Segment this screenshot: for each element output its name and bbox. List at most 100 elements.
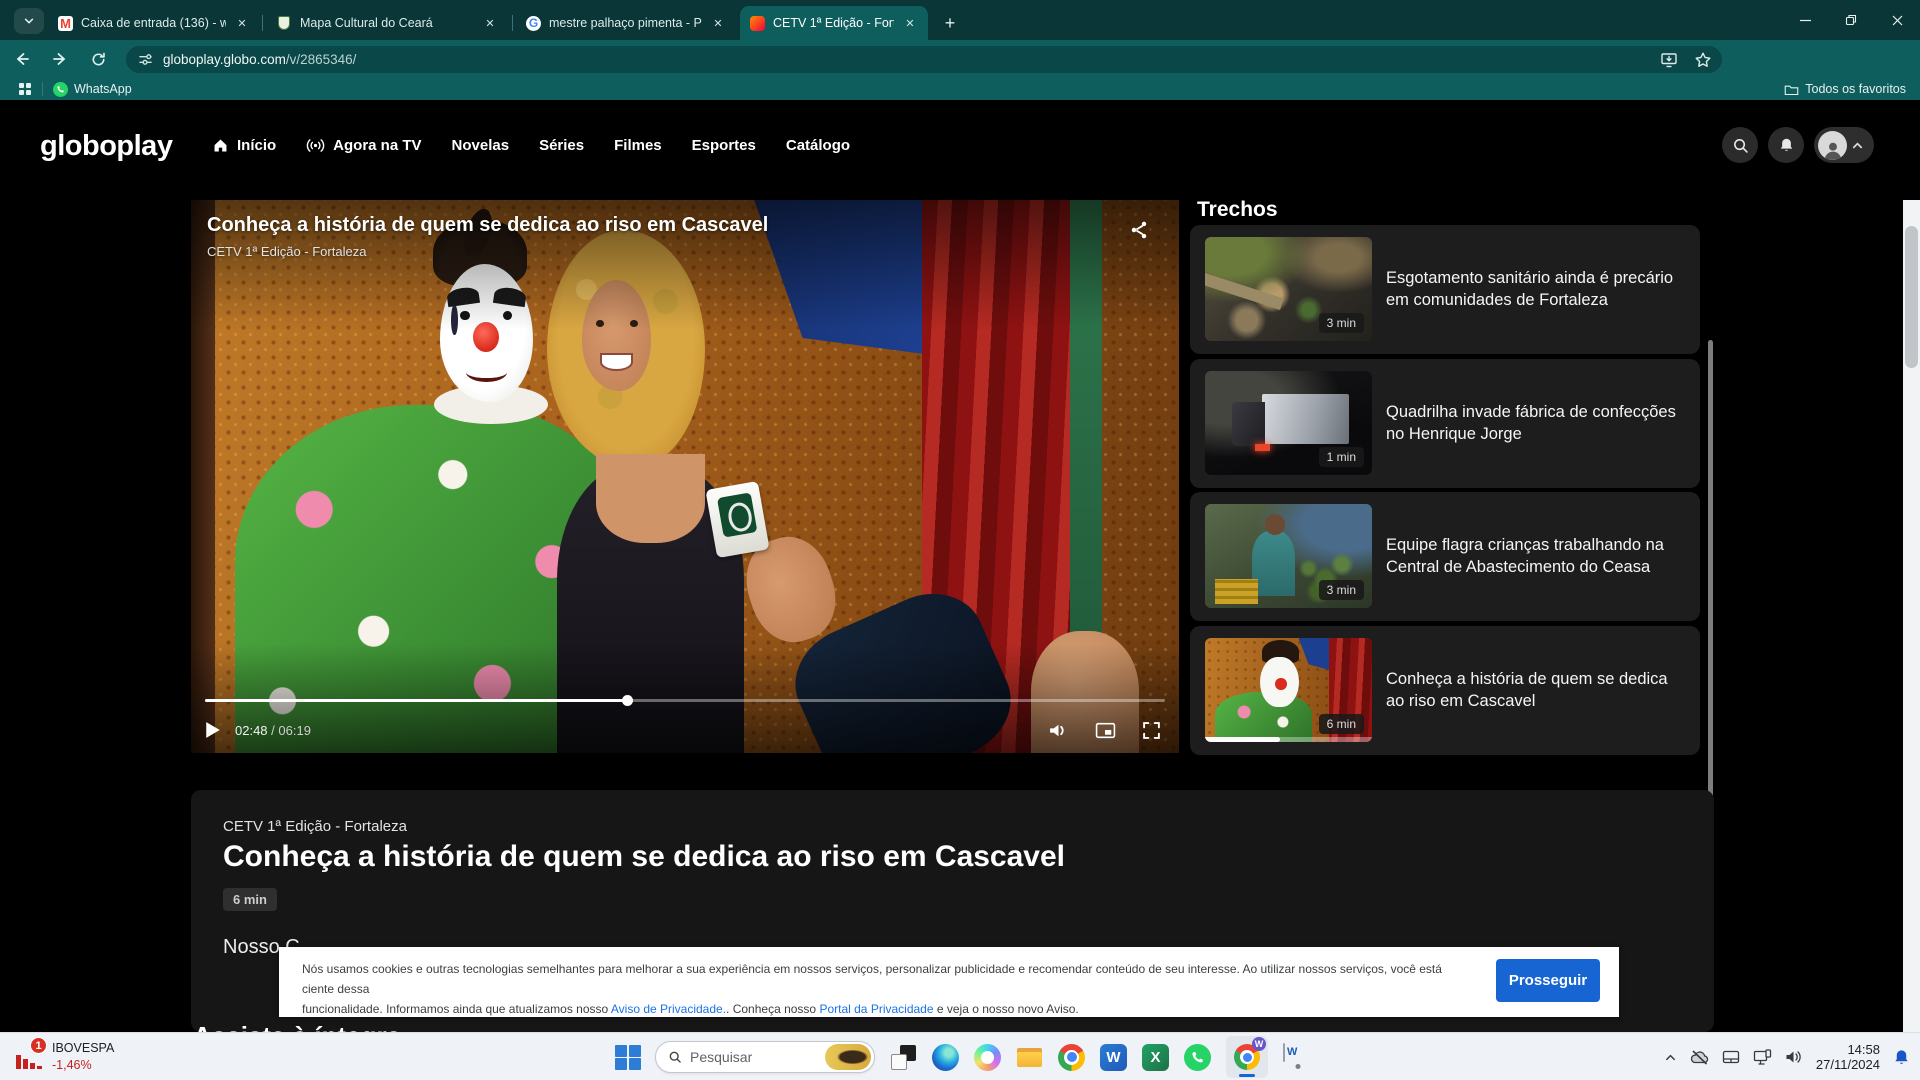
tab-close-icon[interactable]: ✕ (482, 15, 498, 31)
privacy-notice-link[interactable]: Aviso de Privacidade. (611, 1002, 726, 1016)
trecho-card[interactable]: 1 min Quadrilha invade fábrica de confec… (1190, 359, 1700, 488)
tab-google-search[interactable]: G mestre palhaço pimenta - Pesq ✕ (516, 6, 736, 40)
reload-button[interactable] (82, 43, 114, 75)
windows-taskbar: 1 IBOVESPA -1,46% Pesquisar W X (0, 1032, 1920, 1080)
chevron-up-icon (1851, 139, 1864, 152)
url-text: globoplay.globo.com/v/2865346/ (163, 52, 356, 67)
cast-screen-icon[interactable] (1753, 1049, 1772, 1066)
taskbar-clock[interactable]: 14:58 27/11/2024 (1816, 1042, 1880, 1072)
excel-icon[interactable]: X (1142, 1044, 1169, 1071)
tab-gmail[interactable]: M Caixa de entrada (136) - wiltons ✕ (48, 6, 260, 40)
notifications-bell-icon[interactable] (1893, 1049, 1910, 1066)
page-scrollbar-thumb[interactable] (1905, 226, 1918, 368)
video-player[interactable]: ★ (191, 200, 1179, 753)
tab-title: mestre palhaço pimenta - Pesq (549, 16, 702, 30)
site-search-button[interactable] (1722, 127, 1758, 163)
nav-filmes[interactable]: Filmes (614, 137, 662, 154)
trecho-thumbnail: 6 min (1205, 638, 1372, 742)
chrome-icon[interactable] (1058, 1044, 1085, 1071)
tab-close-icon[interactable]: ✕ (902, 15, 918, 31)
start-button[interactable] (615, 1045, 640, 1070)
time-display: 02:48 / 06:19 (235, 723, 311, 738)
volume-button[interactable] (1048, 721, 1069, 740)
live-broadcast-icon (306, 137, 325, 154)
share-button[interactable] (1129, 220, 1149, 240)
trecho-card[interactable]: 3 min Equipe flagra crianças trabalhando… (1190, 492, 1700, 621)
account-menu[interactable] (1814, 127, 1874, 163)
stocks-widget[interactable]: 1 IBOVESPA -1,46% (16, 1037, 114, 1073)
restore-button[interactable] (1828, 0, 1874, 40)
back-button[interactable] (6, 43, 38, 75)
privacy-portal-link[interactable]: Portal da Privacidade (819, 1002, 933, 1016)
close-button[interactable] (1874, 0, 1920, 40)
bookmark-whatsapp[interactable]: WhatsApp (53, 82, 132, 97)
tab-mapa-cultural[interactable]: Mapa Cultural do Ceará ✕ (266, 6, 508, 40)
trecho-title: Quadrilha invade fábrica de confecções n… (1386, 359, 1678, 488)
cookie-text: Nós usamos cookies e outras tecnologias … (302, 959, 1462, 1019)
nav-catalogo[interactable]: Catálogo (786, 137, 850, 154)
nav-label: Novelas (452, 137, 510, 154)
picture-in-picture-icon (1095, 721, 1116, 740)
tab-close-icon[interactable]: ✕ (234, 15, 250, 31)
all-favorites-label: Todos os favoritos (1805, 82, 1906, 96)
active-indicator (1239, 1074, 1255, 1077)
tab-close-icon[interactable]: ✕ (710, 15, 726, 31)
tab-title: CETV 1ª Edição - Fortaleza | Con (773, 16, 894, 30)
forward-button[interactable] (44, 43, 76, 75)
whatsapp-icon[interactable] (1184, 1044, 1211, 1071)
nav-esportes[interactable]: Esportes (692, 137, 756, 154)
play-button[interactable] (205, 721, 221, 739)
trecho-card[interactable]: 3 min Esgotamento sanitário ainda é prec… (1190, 225, 1700, 354)
duration-badge: 6 min (223, 888, 277, 911)
chevron-down-icon (23, 15, 35, 27)
site-settings-icon[interactable] (138, 52, 153, 67)
player-video-title: Conheça a história de quem se dedica ao … (207, 214, 768, 237)
nav-novelas[interactable]: Novelas (452, 137, 510, 154)
copilot-icon[interactable] (974, 1044, 1001, 1071)
pip-button[interactable] (1095, 721, 1116, 740)
file-explorer-icon[interactable] (1016, 1044, 1043, 1071)
bookmark-star-icon[interactable] (1694, 51, 1712, 69)
trechos-scrollbar[interactable] (1708, 340, 1713, 852)
onedrive-paused-icon[interactable] (1690, 1049, 1709, 1066)
home-icon (212, 137, 229, 154)
address-bar[interactable]: globoplay.globo.com/v/2865346/ (126, 46, 1722, 73)
tray-chevron-icon[interactable] (1664, 1051, 1677, 1064)
seek-bar[interactable] (205, 699, 1165, 702)
trecho-card-current[interactable]: 6 min Conheça a história de quem se dedi… (1190, 626, 1700, 755)
taskbar-search[interactable]: Pesquisar (655, 1041, 875, 1073)
page-scrollbar[interactable] (1903, 200, 1920, 1032)
player-controls: 02:48 / 06:19 (205, 714, 1165, 746)
task-view-button[interactable] (890, 1044, 917, 1071)
seek-bar-fill (205, 699, 627, 702)
word-icon[interactable]: W (1100, 1044, 1127, 1071)
nav-agora-na-tv[interactable]: Agora na TV (306, 137, 421, 154)
all-bookmarks-folder[interactable]: Todos os favoritos (1784, 82, 1906, 96)
word-document-icon[interactable]: W (1283, 1044, 1313, 1071)
duration-badge: 1 min (1319, 447, 1364, 467)
stock-name: IBOVESPA (52, 1041, 114, 1055)
fullscreen-button[interactable] (1142, 721, 1161, 740)
globoplay-logo[interactable]: globoplay (40, 130, 172, 163)
volume-icon[interactable] (1785, 1049, 1803, 1065)
install-app-icon[interactable] (1660, 51, 1678, 69)
seek-handle[interactable] (622, 695, 633, 706)
edge-icon[interactable] (932, 1044, 959, 1071)
new-tab-button[interactable]: + (936, 9, 964, 37)
touchpad-icon[interactable] (1722, 1049, 1740, 1065)
nav-inicio[interactable]: Início (212, 137, 276, 154)
proceed-button[interactable]: Prosseguir (1496, 959, 1600, 1002)
nav-label: Filmes (614, 137, 662, 154)
chrome-active-window[interactable]: W (1226, 1036, 1268, 1078)
search-icon (668, 1050, 682, 1064)
tab-globoplay-active[interactable]: CETV 1ª Edição - Fortaleza | Con ✕ (740, 6, 928, 40)
notifications-button[interactable] (1768, 127, 1804, 163)
tab-search-button[interactable] (14, 8, 44, 34)
minimize-button[interactable] (1782, 0, 1828, 40)
thumb-progress-track (1205, 737, 1372, 742)
duration-badge: 3 min (1319, 580, 1364, 600)
nav-series[interactable]: Séries (539, 137, 584, 154)
apps-grid-icon[interactable] (18, 82, 32, 96)
system-tray: 14:58 27/11/2024 (1664, 1033, 1910, 1080)
whatsapp-icon (53, 82, 68, 97)
